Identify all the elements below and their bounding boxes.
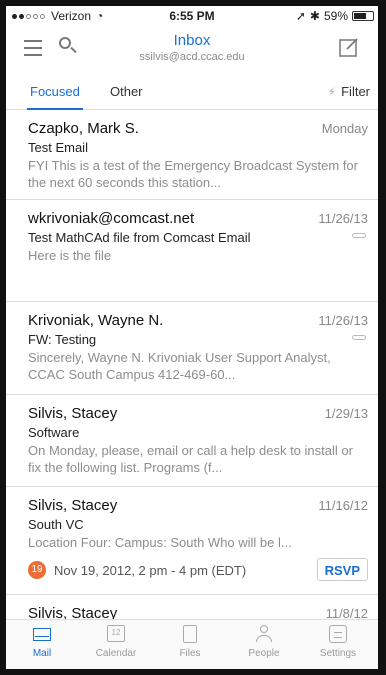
calendar-icon: 12 [105, 625, 127, 645]
message-subject: Test MathCAd file from Comcast Email [28, 230, 251, 245]
tab-other[interactable]: Other [110, 84, 143, 99]
nav-label: Mail [32, 648, 52, 659]
bottom-navigation: Mail 12 Calendar Files People Settings [6, 619, 378, 669]
people-icon [253, 625, 275, 645]
location-icon: ➚ [295, 9, 306, 23]
settings-icon [327, 625, 349, 645]
mail-tabs: Focused Other ⚡ Filter [6, 74, 378, 110]
calendar-icon-date: 12 [107, 625, 125, 642]
attachment-icon [352, 233, 366, 238]
mail-icon [31, 625, 53, 645]
message-date: Monday [321, 121, 368, 136]
phone-frame: Verizon ◔ 6:55 PM ➚ ✱ 59% Inbox ssilvis@… [0, 0, 386, 675]
message-preview: On Monday, please, email or call a help … [28, 443, 353, 475]
files-icon [179, 625, 201, 645]
message-row[interactable]: Czapko, Mark S. Monday Test Email FYI Th… [6, 110, 378, 200]
nav-settings[interactable]: Settings [302, 625, 374, 659]
filter-button[interactable]: ⚡ Filter [328, 84, 370, 99]
message-date: 11/26/13 [318, 211, 368, 226]
message-subject: South VC [28, 517, 84, 532]
message-sender: Silvis, Stacey [28, 405, 118, 422]
nav-label: People [248, 648, 280, 659]
filter-label: Filter [341, 84, 370, 99]
nav-mail[interactable]: Mail [6, 625, 78, 659]
battery-icon [352, 11, 374, 21]
message-row[interactable]: Krivoniak, Wayne N. 11/26/13 FW: Testing… [6, 302, 378, 395]
message-subject: FW: Testing [28, 332, 97, 347]
calendar-event-icon: 19 [28, 561, 46, 579]
message-row[interactable]: wkrivoniak@comcast.net 11/26/13 Test Mat… [6, 200, 378, 302]
message-date: 1/29/13 [324, 406, 368, 421]
message-subject: Software [28, 425, 80, 440]
message-preview: Sincerely, Wayne N. Krivoniak User Suppo… [28, 350, 331, 382]
message-sender: Czapko, Mark S. [28, 120, 139, 137]
message-date: 11/26/13 [318, 313, 368, 328]
event-time: Nov 19, 2012, 2 pm - 4 pm (EDT) [54, 562, 247, 578]
message-preview: Here is the file [28, 248, 112, 263]
attachment-icon [352, 335, 366, 340]
calendar-event: 19 Nov 19, 2012, 2 pm - 4 pm (EDT) RSVP [28, 556, 368, 584]
message-sender: Krivoniak, Wayne N. [28, 312, 164, 329]
lightning-bolt-icon: ⚡ [327, 84, 337, 99]
nav-label: Settings [319, 648, 357, 659]
compose-icon[interactable] [338, 36, 360, 58]
account-email: ssilvis@acd.ccac.edu [139, 51, 245, 63]
message-list: Czapko, Mark S. Monday Test Email FYI Th… [6, 110, 378, 635]
inbox-header: Inbox ssilvis@acd.ccac.edu [6, 26, 378, 72]
bluetooth-icon: ✱ [309, 9, 320, 23]
message-preview: FYI This is a test of the Emergency Broa… [28, 158, 358, 190]
nav-files[interactable]: Files [154, 625, 226, 659]
message-subject: Test Email [28, 140, 88, 155]
message-row[interactable]: Silvis, Stacey 1/29/13 Software On Monda… [6, 395, 378, 487]
nav-people[interactable]: People [228, 625, 300, 659]
message-sender: Silvis, Stacey [28, 497, 118, 514]
page-title: Inbox [173, 32, 211, 49]
message-date: 11/16/12 [318, 498, 368, 513]
rsvp-button[interactable]: RSVP [316, 558, 368, 581]
nav-calendar[interactable]: 12 Calendar [80, 625, 152, 659]
tab-focused[interactable]: Focused [27, 84, 83, 110]
message-sender: wkrivoniak@comcast.net [28, 210, 195, 227]
message-preview: Location Four: Campus: South Who will be… [28, 535, 292, 550]
nav-label: Files [179, 648, 201, 659]
battery-percent: 59% [323, 9, 348, 23]
nav-label: Calendar [95, 648, 137, 659]
battery-status: ➚ ✱ 59% [296, 9, 374, 23]
message-row[interactable]: Silvis, Stacey 11/16/12 South VC Locatio… [6, 487, 378, 595]
status-bar: Verizon ◔ 6:55 PM ➚ ✱ 59% [6, 6, 378, 26]
